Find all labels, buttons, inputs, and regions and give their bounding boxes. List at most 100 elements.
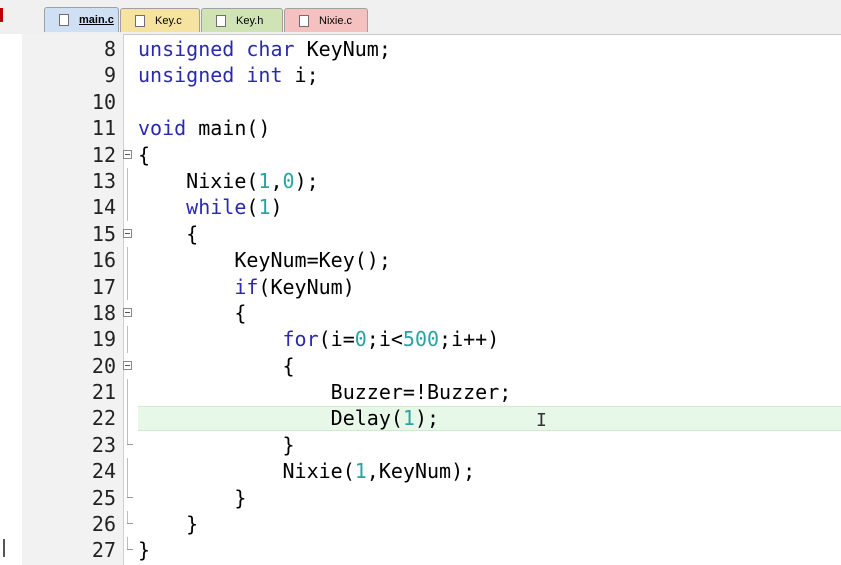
code-token: } [138,485,247,510]
code-line[interactable]: 13 Nixie(1,0); [0,167,841,195]
code-keyword: unsigned char [138,37,295,61]
fold-collapse-icon[interactable] [123,307,132,317]
code-number: 1 [402,406,415,431]
line-number: 17 [91,274,116,299]
window-edge-marker [0,8,3,22]
code-text: KeyNum=Key(); [138,247,391,273]
code-line[interactable]: 8 unsigned char KeyNum; [0,36,841,62]
file-icon [216,14,226,27]
code-text: Nixie(1,KeyNum); [138,458,475,484]
code-line[interactable]: 24 Nixie(1,KeyNum); [0,458,841,485]
line-number: 27 [91,538,116,563]
tab-key-c[interactable]: Key.c [120,8,200,32]
code-line[interactable]: 10 [0,89,841,115]
fold-line [127,405,128,432]
code-text: for(i=0;i<500;i++) [138,326,500,352]
code-text: while(1) [138,194,283,220]
code-keyword: unsigned int [138,63,283,88]
tab-nixie-c[interactable]: Nixie.c [284,8,368,32]
code-line[interactable]: 17 if(KeyNum) [0,273,841,300]
code-token: } [138,432,295,457]
code-line[interactable]: 15 { [0,221,841,247]
code-text: Nixie(1,0); [138,168,319,194]
code-token: ) [270,195,283,220]
code-text: void main() [138,115,270,141]
fold-end-marker [127,549,133,551]
line-number: 26 [91,512,116,537]
code-line[interactable]: 26 } [0,511,841,537]
file-icon [135,14,145,27]
code-keyword: if [234,274,259,299]
code-text: } [138,432,295,458]
line-number: 18 [91,300,116,325]
code-line[interactable]: 21 Buzzer=!Buzzer; [0,379,841,406]
code-number: 0 [282,168,295,193]
code-line[interactable]: 27} [0,537,841,563]
line-number: 24 [91,459,116,484]
code-token: ;i++) [439,327,500,352]
line-number: 19 [91,327,116,352]
code-line[interactable]: 16 KeyNum=Key(); [0,247,841,274]
fold-collapse-icon[interactable] [123,360,132,370]
code-token: ); [294,168,319,193]
tab-key-h[interactable]: Key.h [201,8,283,32]
fold-line [127,247,128,274]
line-number: 10 [91,89,116,114]
fold-end-marker [127,496,133,498]
code-line[interactable]: 18 { [0,300,841,326]
code-number: 1 [354,459,367,484]
code-line[interactable]: 20 { [0,353,841,379]
fold-line [127,326,128,353]
code-token: , [270,168,283,193]
code-line[interactable]: 25 } [0,484,841,511]
code-text: if(KeyNum) [138,274,355,300]
code-token: KeyNum; [306,37,391,61]
file-icon [59,14,69,26]
code-text: Buzzer=!Buzzer; [138,379,512,405]
code-number: 1 [258,195,271,220]
code-token: ( [246,195,259,220]
code-line[interactable]: 9 unsigned int i; [0,62,841,88]
code-line[interactable]: 22 Delay(1); [0,405,841,432]
tab-label: Key.h [236,14,264,27]
code-token: } [138,512,199,537]
code-line[interactable]: 19 for(i=0;i<500;i++) [0,326,841,353]
code-editor[interactable]: 8 unsigned char KeyNum; 9 unsigned int i; 10… [0,36,841,564]
code-token: (KeyNum) [258,274,355,299]
code-token: Buzzer=!Buzzer; [138,380,512,405]
code-line[interactable]: 14 while(1) [0,194,841,221]
line-number: 14 [91,195,116,220]
code-token: main() [198,116,271,141]
line-number: 15 [91,221,116,246]
line-number: 21 [91,380,116,405]
line-number: 9 [103,63,116,88]
fold-collapse-icon[interactable] [123,149,132,159]
line-number: 12 [91,142,116,167]
line-number: 25 [91,485,116,510]
code-text: unsigned int i; [138,62,319,88]
fold-line [127,167,128,195]
code-token: ,KeyNum); [366,459,476,484]
code-keyword: for [282,327,319,352]
code-text: { [138,221,198,247]
code-token: { [138,142,151,167]
code-text: unsigned char KeyNum; [138,36,391,62]
fold-end-marker [127,523,133,525]
code-line[interactable]: 12 { [0,142,841,168]
tab-label: Key.c [155,14,182,27]
code-token: KeyNum=Key(); [138,248,391,273]
code-token: ;i< [366,327,403,352]
code-line[interactable]: 11 void main() [0,115,841,141]
line-number: 23 [91,432,116,457]
line-number: 13 [91,168,116,193]
fold-line [127,273,128,300]
code-number: 500 [402,327,440,352]
code-number: 0 [354,327,367,352]
text-cursor-icon: I [536,410,547,431]
tab-main-c[interactable]: main.c [44,7,119,32]
line-number: 20 [91,353,116,378]
fold-collapse-icon[interactable] [123,228,132,238]
code-line[interactable]: 23 } [0,431,841,458]
code-token: ); [414,406,440,431]
